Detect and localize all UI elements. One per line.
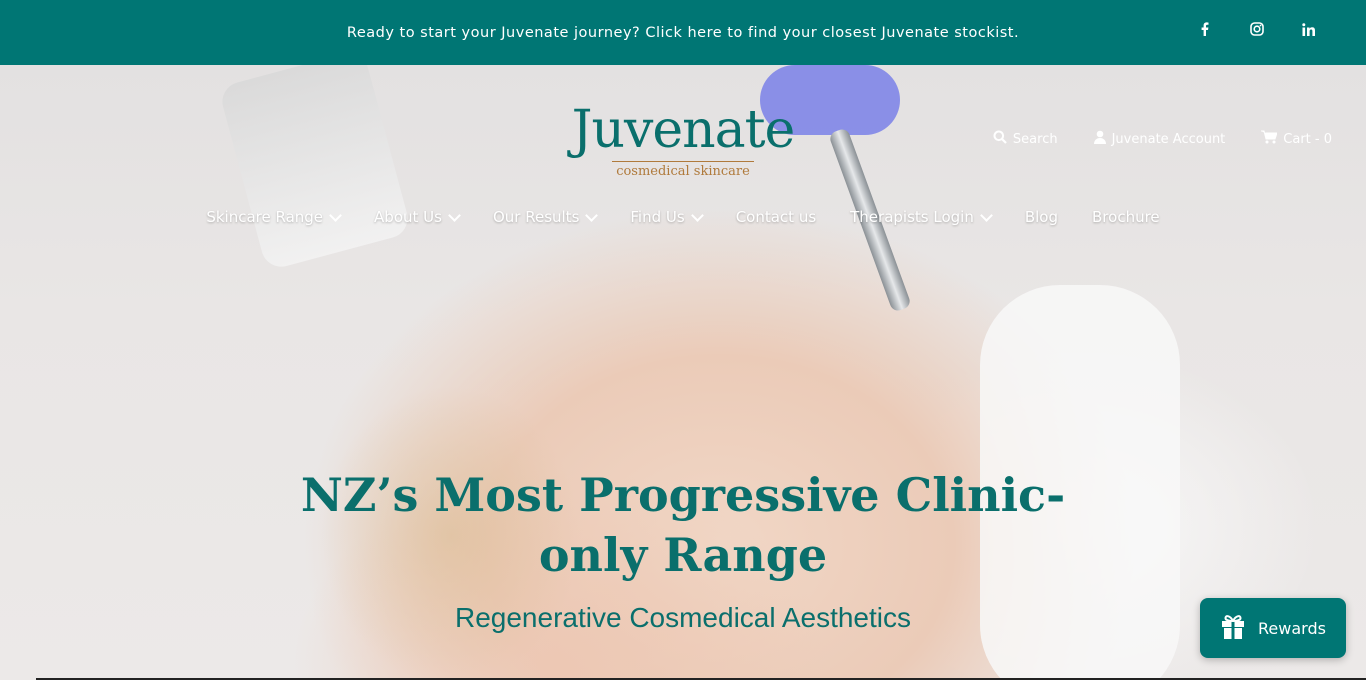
chevron-down-icon xyxy=(585,208,599,222)
facebook-icon[interactable] xyxy=(1194,20,1216,38)
utility-nav: Search Juvenate Account Cart - 0 xyxy=(993,130,1332,148)
nav-find-us[interactable]: Find Us xyxy=(630,208,704,226)
account-label: Juvenate Account xyxy=(1111,131,1226,147)
chevron-down-icon xyxy=(329,208,342,222)
instagram-icon[interactable] xyxy=(1246,20,1268,38)
nav-about-us[interactable]: About Us xyxy=(374,208,461,226)
search-icon xyxy=(993,130,1007,148)
search-label: Search xyxy=(1012,131,1058,147)
user-icon xyxy=(1093,130,1106,148)
search-link[interactable]: Search xyxy=(993,130,1058,148)
chevron-down-icon xyxy=(690,208,704,222)
rewards-label: Rewards xyxy=(1258,618,1326,638)
gift-icon xyxy=(1220,612,1246,644)
hero-subheadline: Regenerative Cosmedical Aesthetics xyxy=(454,602,911,633)
nav-our-results[interactable]: Our Results xyxy=(492,208,599,226)
nav-label: Blog xyxy=(1024,208,1059,226)
rewards-button[interactable]: Rewards xyxy=(1200,598,1346,658)
nav-label: Therapists Login xyxy=(850,208,974,226)
announcement-bar[interactable]: Ready to start your Juvenate journey? Cl… xyxy=(0,0,1366,65)
nav-label: About Us xyxy=(374,208,442,226)
nav-label: Contact us xyxy=(735,208,817,226)
cart-link[interactable]: Cart - 0 xyxy=(1261,130,1332,148)
nav-label: Find Us xyxy=(630,208,685,226)
chevron-down-icon xyxy=(979,208,993,222)
logo-subtitle: cosmedical skincare xyxy=(612,161,754,179)
account-link[interactable]: Juvenate Account xyxy=(1093,130,1226,148)
main-nav: Skincare Range About Us Our Results Find… xyxy=(0,208,1366,226)
hero-headline-line2: only Range xyxy=(538,528,828,582)
cart-label: Cart - 0 xyxy=(1283,131,1332,147)
nav-therapists-login[interactable]: Therapists Login xyxy=(850,208,993,226)
nav-label: Our Results xyxy=(492,208,580,226)
nav-brochure[interactable]: Brochure xyxy=(1092,208,1160,226)
nav-blog[interactable]: Blog xyxy=(1025,208,1058,226)
nav-label: Skincare Range xyxy=(206,208,324,226)
hero-headline-line1: NZ’s Most Progressive Clinic- xyxy=(300,468,1066,522)
linkedin-icon[interactable] xyxy=(1298,20,1320,38)
nav-label: Brochure xyxy=(1092,208,1160,226)
cart-icon xyxy=(1261,130,1278,148)
hero-headline: NZ’s Most Progressive Clinic- only Range xyxy=(283,465,1083,585)
chevron-down-icon xyxy=(448,208,461,222)
nav-skincare-range[interactable]: Skincare Range xyxy=(206,208,342,226)
social-links xyxy=(1194,20,1320,38)
announcement-text[interactable]: Ready to start your Juvenate journey? Cl… xyxy=(347,25,1019,41)
nav-contact-us[interactable]: Contact us xyxy=(736,208,816,226)
